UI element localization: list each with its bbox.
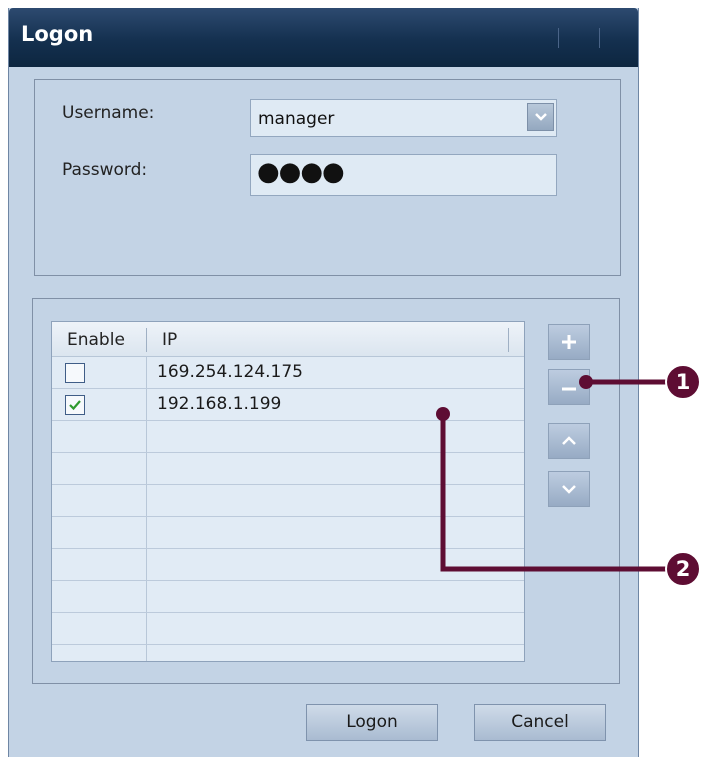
callout-marker-1: 1 bbox=[665, 364, 701, 400]
header-ip[interactable]: IP bbox=[162, 330, 177, 350]
logon-dialog: Logon Username: manager Password: ●●●● E… bbox=[8, 8, 639, 757]
move-down-button[interactable] bbox=[548, 471, 590, 507]
logon-button[interactable]: Logon bbox=[306, 704, 438, 741]
checkmark-icon bbox=[69, 400, 81, 411]
enable-checkbox[interactable] bbox=[65, 395, 85, 415]
dialog-title: Logon bbox=[21, 22, 94, 46]
move-up-icon bbox=[562, 436, 576, 445]
table-row[interactable] bbox=[52, 453, 524, 485]
title-bar-controls bbox=[558, 28, 600, 48]
table-row[interactable] bbox=[52, 421, 524, 453]
add-button[interactable] bbox=[548, 324, 590, 360]
move-down-icon bbox=[562, 485, 576, 494]
credentials-panel: Username: manager Password: ●●●● bbox=[34, 79, 621, 276]
username-label: Username: bbox=[62, 103, 155, 123]
add-icon bbox=[562, 335, 576, 349]
header-divider bbox=[508, 328, 509, 352]
header-enable[interactable]: Enable bbox=[67, 330, 125, 350]
header-divider bbox=[146, 328, 147, 352]
ip-list-panel: Enable IP 169.254.124.175 192.168.1.199 bbox=[32, 298, 620, 684]
chevron-down-icon[interactable] bbox=[527, 103, 554, 131]
move-up-button[interactable] bbox=[548, 423, 590, 459]
ip-cell: 169.254.124.175 bbox=[157, 362, 304, 382]
title-bar: Logon bbox=[9, 8, 638, 67]
password-label: Password: bbox=[62, 160, 148, 180]
remove-button[interactable] bbox=[548, 369, 590, 405]
username-dropdown[interactable]: manager bbox=[250, 99, 557, 137]
table-row[interactable] bbox=[52, 549, 524, 581]
table-row[interactable] bbox=[52, 517, 524, 549]
enable-checkbox[interactable] bbox=[65, 363, 85, 383]
table-row[interactable] bbox=[52, 613, 524, 645]
cancel-button[interactable]: Cancel bbox=[474, 704, 606, 741]
table-row[interactable]: 192.168.1.199 bbox=[52, 389, 524, 421]
table-row[interactable] bbox=[52, 581, 524, 613]
password-mask: ●●●● bbox=[257, 157, 345, 187]
table-row[interactable]: 169.254.124.175 bbox=[52, 357, 524, 389]
ip-table[interactable]: Enable IP 169.254.124.175 192.168.1.199 bbox=[51, 321, 525, 662]
table-row[interactable] bbox=[52, 485, 524, 517]
username-value: manager bbox=[258, 109, 335, 129]
remove-icon bbox=[562, 387, 576, 391]
callout-marker-2: 2 bbox=[665, 551, 701, 587]
password-field[interactable]: ●●●● bbox=[250, 154, 557, 196]
ip-table-header: Enable IP bbox=[52, 322, 524, 357]
ip-cell: 192.168.1.199 bbox=[157, 394, 282, 414]
table-row[interactable] bbox=[52, 645, 524, 661]
